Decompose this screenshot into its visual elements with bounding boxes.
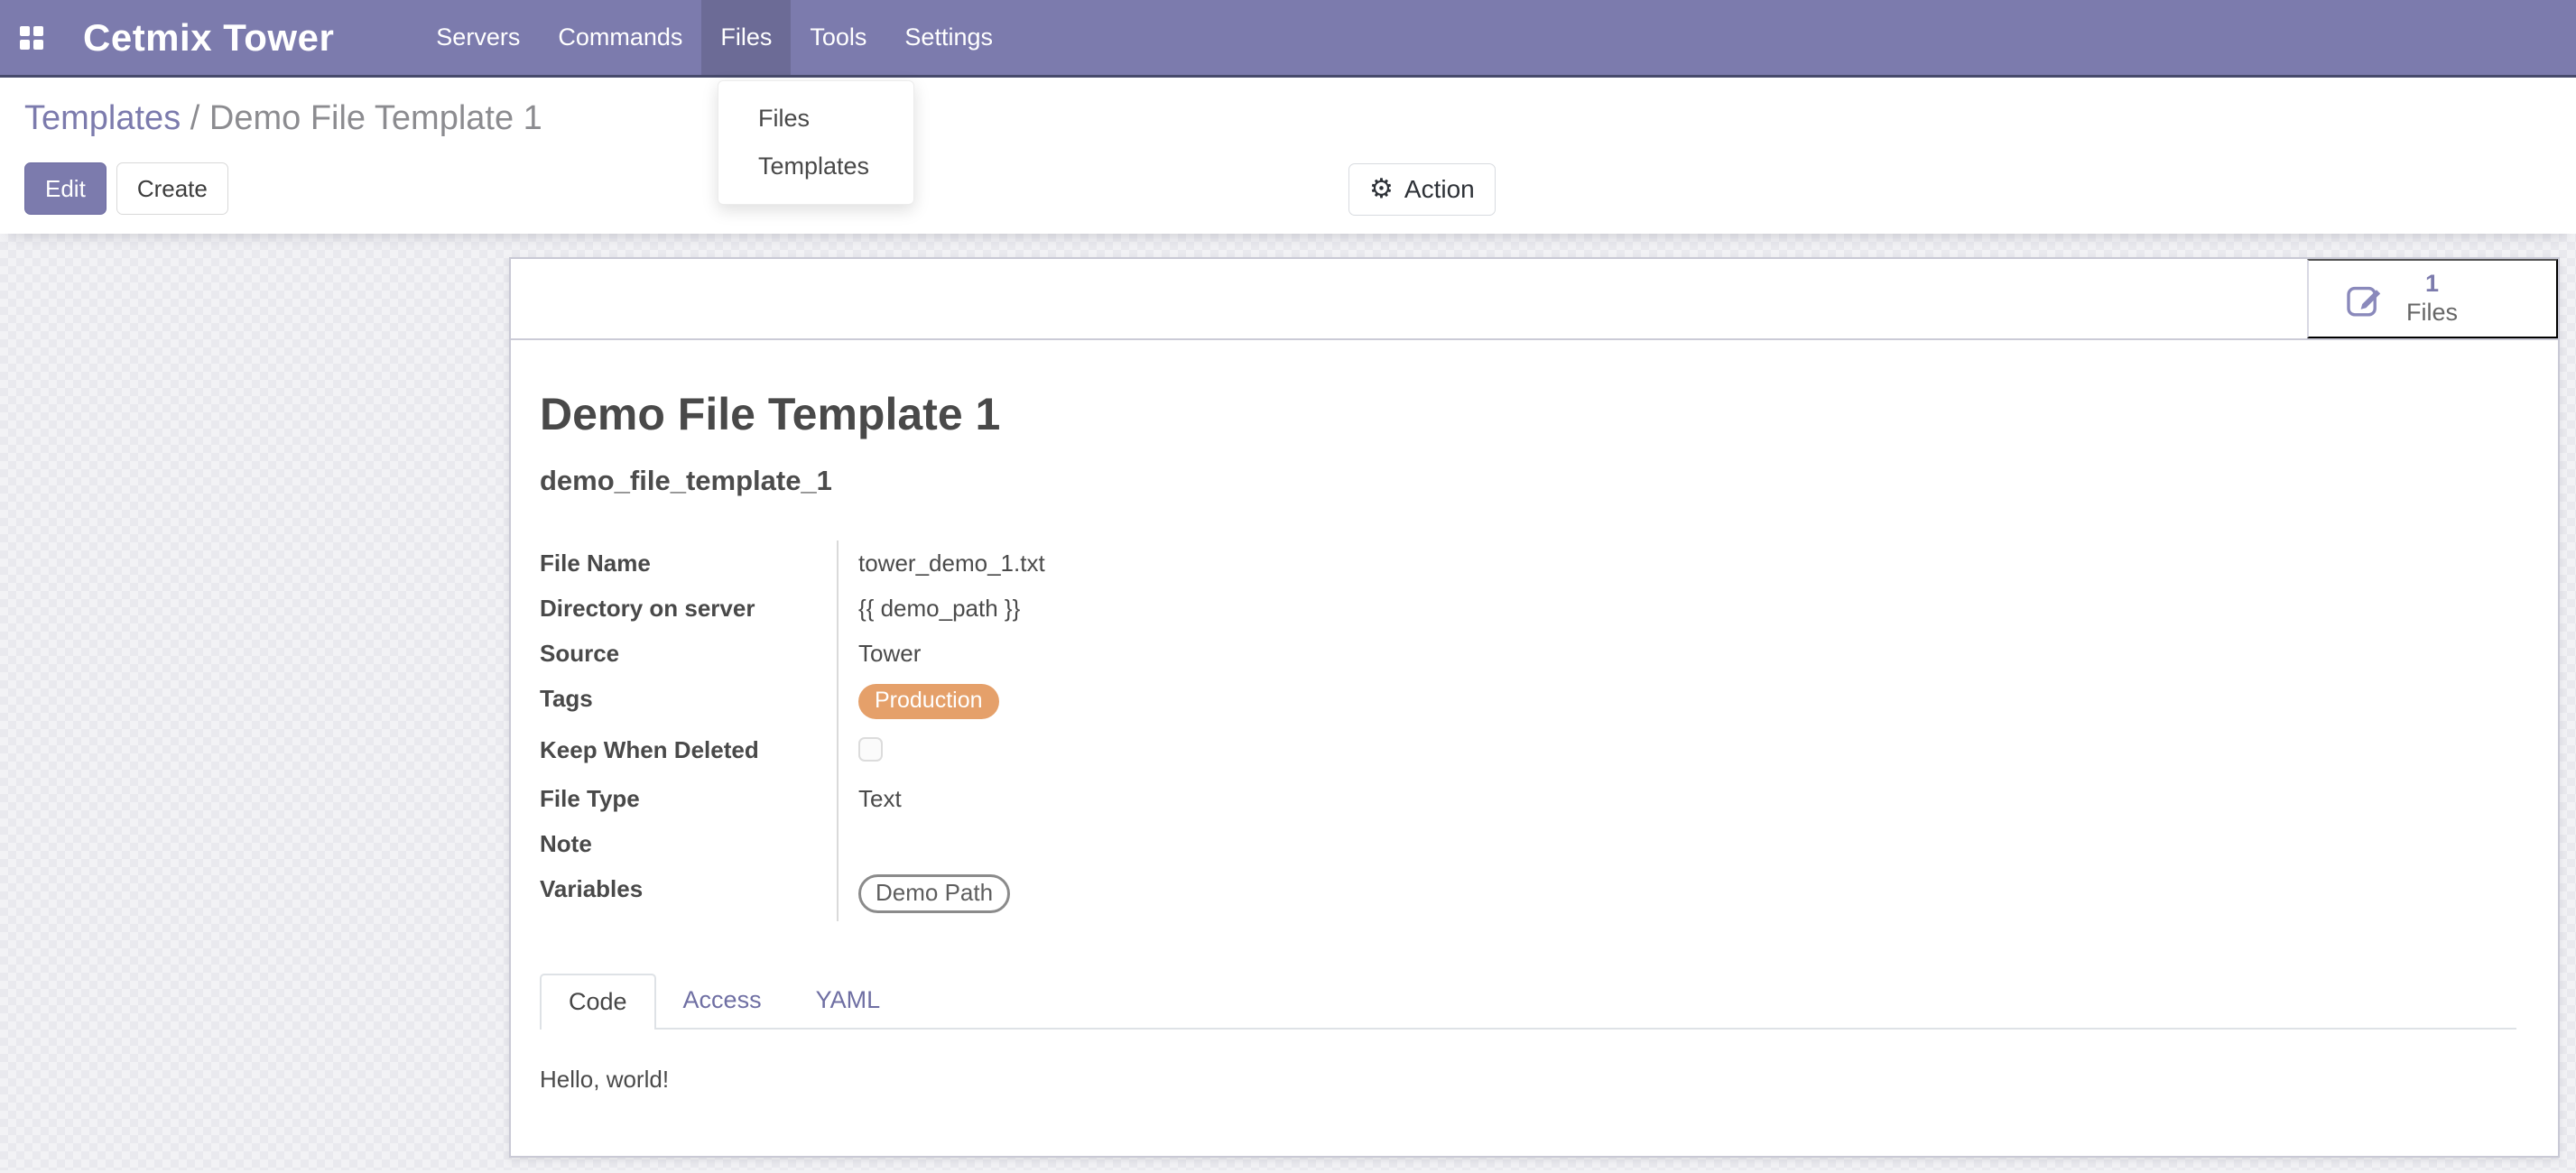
form-view-background: 1 Files Demo File Template 1 demo_file_t… [0, 234, 2576, 1170]
menu-item-commands[interactable]: Commands [539, 0, 701, 75]
files-stat-text: 1 Files [2406, 270, 2458, 328]
dropdown-item-files[interactable]: Files [718, 95, 913, 143]
field-value-file-name: tower_demo_1.txt [838, 540, 1217, 586]
field-label-keep-when-deleted: Keep When Deleted [540, 727, 838, 776]
field-value-note [838, 821, 1217, 866]
control-panel: Templates / Demo File Template 1 Edit Cr… [0, 78, 2576, 234]
breadcrumb: Templates / Demo File Template 1 [24, 96, 2576, 141]
field-row-keep-when-deleted: Keep When Deleted [540, 727, 1217, 776]
app-brand-title: Cetmix Tower [83, 0, 334, 75]
field-value-keep-when-deleted [838, 727, 1217, 776]
menu-item-files[interactable]: Files [701, 0, 791, 75]
breadcrumb-link-templates[interactable]: Templates [24, 99, 181, 137]
action-menu-label: Action [1404, 175, 1475, 204]
tab-code[interactable]: Code [540, 974, 656, 1030]
sheet-body: Demo File Template 1 demo_file_template_… [511, 340, 2558, 1130]
field-value-variables: Demo Path [838, 866, 1217, 921]
tag-badge-production[interactable]: Production [858, 684, 999, 719]
stat-bar: 1 Files [511, 259, 2558, 340]
record-title: Demo File Template 1 [540, 387, 2516, 441]
files-count-label: Files [2406, 299, 2458, 328]
action-menu-button[interactable]: ⚙ Action [1348, 163, 1496, 216]
files-stat-button[interactable]: 1 Files [2307, 259, 2558, 338]
field-row-variables: Variables Demo Path [540, 866, 1217, 921]
edit-button[interactable]: Edit [24, 162, 107, 215]
files-count: 1 [2406, 270, 2458, 299]
field-label-file-name: File Name [540, 540, 838, 586]
top-navbar: Cetmix Tower Servers Commands Files Tool… [0, 0, 2576, 78]
menu-item-tools[interactable]: Tools [791, 0, 885, 75]
apps-grid-icon[interactable] [0, 0, 63, 75]
apps-grid-glyph [20, 26, 43, 50]
field-row-tags: Tags Production [540, 676, 1217, 727]
field-value-tags: Production [838, 676, 1217, 727]
field-label-variables: Variables [540, 866, 838, 921]
field-row-file-name: File Name tower_demo_1.txt [540, 540, 1217, 586]
field-label-source: Source [540, 631, 838, 676]
main-menu: Servers Commands Files Tools Settings [417, 0, 1012, 75]
files-dropdown-menu: Files Templates [718, 80, 914, 205]
field-label-file-type: File Type [540, 776, 838, 821]
gear-icon: ⚙ [1369, 176, 1394, 203]
menu-item-servers[interactable]: Servers [417, 0, 539, 75]
keep-when-deleted-checkbox[interactable] [858, 737, 883, 762]
field-label-note: Note [540, 821, 838, 866]
breadcrumb-separator: / [190, 99, 209, 137]
edit-square-icon [2343, 277, 2386, 320]
field-label-tags: Tags [540, 676, 838, 727]
notebook-tabs: Code Access YAML [540, 974, 2516, 1030]
field-row-source: Source Tower [540, 631, 1217, 676]
field-value-source: Tower [838, 631, 1217, 676]
field-value-file-type: Text [838, 776, 1217, 821]
tab-yaml[interactable]: YAML [789, 974, 908, 1028]
record-reference: demo_file_template_1 [540, 465, 2516, 497]
tab-access[interactable]: Access [656, 974, 789, 1028]
action-button-row: Edit Create [24, 162, 2576, 215]
fields-table: File Name tower_demo_1.txt Directory on … [540, 540, 1217, 921]
code-tab-content: Hello, world! [540, 1030, 2516, 1130]
field-label-directory: Directory on server [540, 586, 838, 631]
field-row-note: Note [540, 821, 1217, 866]
field-value-directory: {{ demo_path }} [838, 586, 1217, 631]
field-row-file-type: File Type Text [540, 776, 1217, 821]
breadcrumb-current: Demo File Template 1 [209, 99, 542, 137]
dropdown-item-templates[interactable]: Templates [718, 143, 913, 190]
form-sheet: 1 Files Demo File Template 1 demo_file_t… [509, 257, 2560, 1158]
field-row-directory: Directory on server {{ demo_path }} [540, 586, 1217, 631]
menu-item-settings[interactable]: Settings [885, 0, 1012, 75]
variable-pill-demo-path[interactable]: Demo Path [858, 874, 1010, 913]
create-button[interactable]: Create [116, 162, 228, 215]
